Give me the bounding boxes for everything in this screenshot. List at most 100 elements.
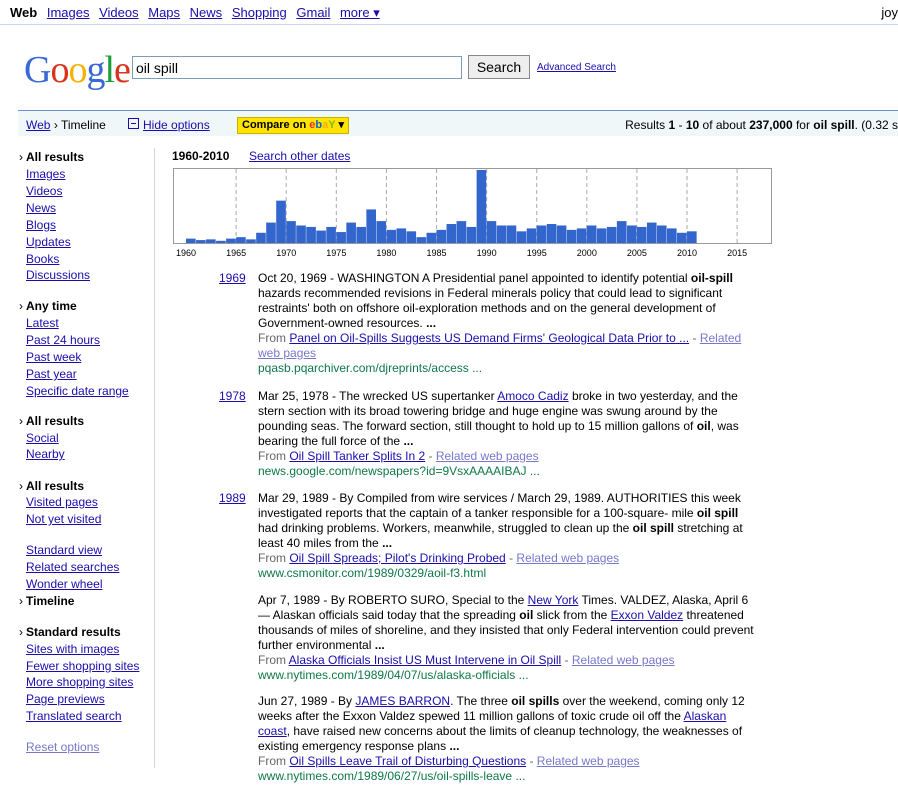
timeline-bar[interactable] [526, 228, 537, 243]
nav-news[interactable]: News [190, 5, 223, 20]
sidebar-item-fewer-shopping-sites[interactable]: Fewer shopping sites [26, 659, 139, 673]
timeline-bar[interactable] [536, 225, 547, 243]
google-logo[interactable]: Google [24, 48, 131, 92]
timeline-bar[interactable] [196, 240, 206, 243]
nav-shopping[interactable]: Shopping [232, 5, 287, 20]
result-title-link[interactable]: Oil Spill Spreads; Pilot's Drinking Prob… [289, 551, 505, 565]
timeline-bar[interactable] [436, 229, 447, 243]
result-year-link[interactable]: 1978 [219, 389, 246, 403]
sidebar-item-images[interactable]: Images [26, 167, 65, 181]
timeline-bar[interactable] [256, 232, 266, 243]
timeline-bar[interactable] [496, 225, 507, 243]
result-title-link[interactable]: Alaska Officials Insist US Must Interven… [289, 653, 562, 667]
timeline-bar[interactable] [336, 232, 346, 243]
timeline-bar[interactable] [466, 226, 477, 243]
timeline-bar[interactable] [606, 226, 617, 243]
advanced-search-link[interactable]: Advanced Search [537, 62, 616, 73]
timeline-bar[interactable] [566, 229, 577, 243]
timeline-bar[interactable] [666, 228, 677, 243]
nav-maps[interactable]: Maps [148, 5, 180, 20]
search-button[interactable]: Search [468, 55, 530, 79]
timeline-bar[interactable] [386, 229, 397, 243]
timeline-bar[interactable] [316, 230, 326, 243]
sidebar-item-discussions[interactable]: Discussions [26, 268, 90, 282]
timeline-bar[interactable] [346, 222, 356, 243]
timeline-bar[interactable] [416, 237, 427, 243]
sidebar-item-related-searches[interactable]: Related searches [26, 560, 119, 574]
sidebar-item-past-week[interactable]: Past week [26, 350, 81, 364]
sidebar-item-visited-pages[interactable]: Visited pages [26, 495, 98, 509]
timeline-bar[interactable] [677, 232, 687, 243]
timeline-bar[interactable] [446, 224, 457, 243]
nav-gmail[interactable]: Gmail [296, 5, 330, 20]
sidebar-item-page-previews[interactable]: Page previews [26, 692, 105, 706]
timeline-bar[interactable] [406, 231, 417, 243]
timeline-bar[interactable] [456, 221, 467, 243]
snippet-link[interactable]: JAMES BARRON [355, 694, 450, 708]
search-input[interactable] [132, 56, 462, 79]
sidebar-item-past-24-hours[interactable]: Past 24 hours [26, 333, 100, 347]
related-pages-link[interactable]: Related web pages [436, 449, 539, 463]
reset-options-link[interactable]: Reset options [26, 740, 99, 754]
timeline-bar[interactable] [276, 200, 286, 243]
timeline-bar[interactable] [216, 240, 226, 243]
timeline-bar[interactable] [366, 209, 377, 243]
sidebar-item-nearby[interactable]: Nearby [26, 447, 65, 461]
sidebar-item-specific-date-range[interactable]: Specific date range [26, 384, 129, 398]
nav-images[interactable]: Images [47, 5, 90, 20]
timeline-bar[interactable] [516, 231, 527, 243]
result-year-link[interactable]: 1989 [219, 491, 246, 505]
timeline-chart[interactable]: 1960 1965 1970 1975 1980 1985 1990 1995 2000 2005… [173, 168, 773, 260]
sidebar-item-sites-with-images[interactable]: Sites with images [26, 642, 119, 656]
timeline-bar[interactable] [656, 225, 667, 243]
result-title-link[interactable]: Panel on Oil-Spills Suggests US Demand F… [289, 331, 689, 345]
timeline-bar[interactable] [426, 232, 437, 243]
timeline-bar[interactable] [356, 226, 366, 243]
timeline-bar[interactable] [376, 221, 387, 243]
timeline-bar[interactable] [286, 221, 296, 243]
snippet-link[interactable]: Exxon Valdez [611, 608, 684, 622]
nav-web[interactable]: Web [10, 5, 37, 20]
hide-options-label[interactable]: Hide options [143, 118, 210, 132]
timeline-bar[interactable] [296, 225, 306, 243]
timeline-bar[interactable] [636, 226, 647, 243]
timeline-bar[interactable] [226, 238, 236, 243]
timeline-bar[interactable] [266, 222, 276, 243]
related-pages-link[interactable]: Related web pages [572, 653, 675, 667]
timeline-bar[interactable] [646, 222, 657, 243]
sidebar-item-translated-search[interactable]: Translated search [26, 709, 122, 723]
timeline-bar[interactable] [186, 238, 196, 243]
timeline-bar[interactable] [586, 225, 597, 243]
result-title-link[interactable]: Oil Spill Tanker Splits In 2 [289, 449, 425, 463]
sidebar-item-past-year[interactable]: Past year [26, 367, 77, 381]
sidebar-item-more-shopping-sites[interactable]: More shopping sites [26, 675, 133, 689]
timeline-bar[interactable] [326, 226, 336, 243]
hide-options[interactable]: Hide options [128, 118, 210, 132]
sidebar-item-social[interactable]: Social [26, 431, 59, 445]
result-year-link[interactable]: 1969 [219, 271, 246, 285]
timeline-bar[interactable] [486, 221, 497, 243]
sidebar-item-videos[interactable]: Videos [26, 184, 62, 198]
snippet-link[interactable]: Amoco Cadiz [497, 389, 568, 403]
breadcrumb-web[interactable]: Web [26, 118, 50, 132]
user-account[interactable]: joy [881, 5, 898, 20]
timeline-bar[interactable] [206, 239, 216, 243]
search-other-dates-link[interactable]: Search other dates [249, 149, 350, 163]
timeline-bar[interactable] [306, 226, 316, 243]
related-pages-link[interactable]: Related web pages [516, 551, 619, 565]
timeline-bar[interactable] [236, 237, 246, 243]
timeline-bar[interactable] [596, 228, 607, 243]
timeline-bar[interactable] [476, 170, 487, 243]
nav-more[interactable]: more ▾ [340, 5, 380, 20]
related-pages-link[interactable]: Related web pages [537, 754, 640, 768]
sidebar-item-updates[interactable]: Updates [26, 235, 71, 249]
timeline-bar[interactable] [546, 224, 557, 243]
result-title-link[interactable]: Oil Spills Leave Trail of Disturbing Que… [289, 754, 526, 768]
timeline-bar[interactable] [687, 231, 697, 243]
compare-on-ebay-button[interactable]: Compare on ebaY ▾ [237, 117, 349, 134]
sidebar-item-wonder-wheel[interactable]: Wonder wheel [26, 577, 103, 591]
timeline-bar[interactable] [626, 225, 637, 243]
timeline-bar[interactable] [576, 228, 587, 243]
timeline-bar[interactable] [556, 225, 567, 243]
sidebar-item-news[interactable]: News [26, 201, 56, 215]
